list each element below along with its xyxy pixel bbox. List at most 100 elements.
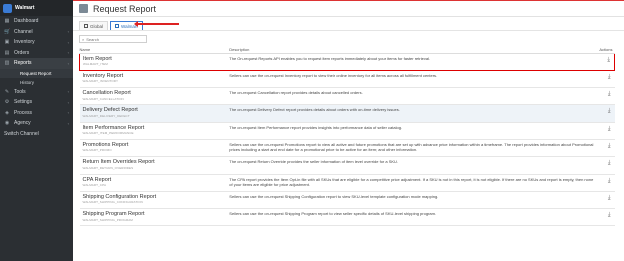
actions-column-header: Actions: [598, 46, 615, 54]
sidebar-item-label: Dashboard: [14, 18, 39, 25]
download-icon[interactable]: ⤓: [608, 108, 611, 114]
report-code: WALMART_CANCELLATION: [82, 96, 124, 101]
sidebar-item-reports[interactable]: ▥ Reports ‹: [0, 58, 73, 69]
sidebar-item-label: Settings: [14, 99, 33, 106]
description-column-header: Description: [229, 46, 599, 54]
name-column-header: Name: [79, 46, 230, 54]
main-content: Request Report GlobalWalmart ⌕ Name Desc…: [73, 0, 624, 261]
reports-table: Name Description Actions Item Report WALM…: [79, 46, 616, 227]
switch-channel-link[interactable]: Switch Channel: [0, 129, 73, 139]
report-name-cell: Inventory Report WALMART_INVENTORY: [79, 70, 230, 89]
report-code: WALMART_ITEM_PERFORMANCE: [82, 131, 134, 136]
sidebar-item-dashboard[interactable]: ▦ Dashboard: [0, 16, 73, 27]
chevron-icon: ‹: [67, 89, 69, 95]
sidebar-nav: ▦ Dashboard 🛒 Channel ‹ ▣ Inventory ‹ ▤ Orders ‹ ▥ R…: [0, 16, 73, 69]
report-description: The on-request Cancellation report provi…: [229, 87, 599, 106]
global-tab-icon: [84, 24, 88, 28]
reports-icon: ▥: [4, 60, 10, 67]
channel-selector[interactable]: Walmart: [0, 0, 73, 16]
sidebar-item-agency[interactable]: ◉ Agency ‹: [0, 118, 73, 129]
app: Walmart ▦ Dashboard 🛒 Channel ‹ ▣ Inventory ‹ ▤ O…: [0, 0, 624, 261]
report-description: Sellers can use the on-request Shipping …: [229, 191, 599, 210]
sidebar-item-label: Inventory: [14, 39, 35, 46]
table-row[interactable]: Item Report WALMART_ITEM The On-request Re…: [79, 52, 616, 71]
actions-cell: ⤓: [598, 156, 615, 175]
sidebar-item-tools[interactable]: ✎ Tools ‹: [0, 87, 73, 98]
sidebar-item-orders[interactable]: ▤ Orders ‹: [0, 48, 73, 59]
table-row[interactable]: CPA Report WALMART_CPA The CPA report prov…: [79, 174, 615, 192]
table-row[interactable]: Inventory Report WALMART_INVENTORY Sellers…: [79, 70, 615, 89]
download-icon[interactable]: ⤓: [608, 74, 611, 80]
search-box[interactable]: ⌕: [79, 35, 147, 43]
reports-table-body: Item Report WALMART_ITEM The On-request Re…: [79, 52, 616, 227]
download-icon[interactable]: ⤓: [608, 212, 611, 218]
table-row[interactable]: Cancellation Report WALMART_CANCELLATION T…: [79, 87, 615, 106]
table-row[interactable]: Return Item Overrides Report WALMART_RETU…: [79, 156, 615, 175]
subnav-item-history[interactable]: History: [0, 78, 73, 87]
chevron-icon: ‹: [67, 39, 69, 45]
report-name-cell: Return Item Overrides Report WALMART_RETU…: [79, 156, 230, 175]
chevron-icon: ‹: [67, 50, 69, 56]
sidebar-item-label: Agency: [14, 120, 31, 127]
actions-cell: ⤓: [598, 139, 615, 158]
download-icon[interactable]: ⤓: [608, 195, 611, 201]
actions-cell: ⤓: [598, 191, 615, 210]
sidebar-nav-secondary: ✎ Tools ‹ ⚙ Settings ‹ ◈ Process ‹ ◉ Agency ‹: [0, 87, 73, 129]
actions-cell: ⤓: [598, 70, 615, 89]
sidebar-item-inventory[interactable]: ▣ Inventory ‹: [0, 37, 73, 48]
tab-global[interactable]: Global: [79, 21, 109, 30]
cart-icon: 🛒: [4, 28, 11, 35]
report-icon: [79, 4, 88, 13]
download-icon[interactable]: ⤓: [608, 126, 611, 132]
download-icon[interactable]: ⤓: [607, 57, 610, 63]
report-description: The CPA report provides the Item Opt-in …: [229, 174, 599, 192]
actions-cell: ⤓: [598, 87, 615, 106]
sidebar-item-channel[interactable]: 🛒 Channel ‹: [0, 27, 73, 38]
search-bar: ⌕: [73, 30, 624, 46]
subnav-item-request-report[interactable]: Request Report: [0, 68, 73, 78]
actions-cell: ⤓: [598, 52, 616, 71]
search-input[interactable]: [86, 36, 142, 42]
report-name-cell: Shipping Program Report WALMART_SHIPPING_…: [79, 208, 230, 227]
table-row[interactable]: Shipping Program Report WALMART_SHIPPING_…: [79, 208, 615, 227]
table-row[interactable]: Item Performance Report WALMART_ITEM_PERF…: [79, 122, 615, 140]
sidebar-item-label: Process: [14, 109, 33, 116]
report-description: The On-request Reports API enables you t…: [229, 52, 599, 71]
report-code: WALMART_PROMO: [82, 148, 112, 153]
download-icon[interactable]: ⤓: [608, 91, 611, 97]
chevron-icon: ‹: [67, 110, 69, 116]
orders-icon: ▤: [4, 49, 10, 56]
report-code: WALMART_SHIPPING_CONFIGURATION: [82, 200, 143, 205]
table-row[interactable]: Shipping Configuration Report WALMART_SHI…: [79, 191, 615, 210]
report-code: WALMART_DELIVERY_DEFECT: [82, 113, 130, 118]
table-row[interactable]: Delivery Defect Report WALMART_DELIVERY_D…: [79, 104, 615, 123]
report-code: WALMART_ITEM: [83, 62, 108, 66]
chevron-icon: ‹: [67, 99, 69, 105]
sidebar-item-process[interactable]: ◈ Process ‹: [0, 108, 73, 119]
search-icon: ⌕: [82, 36, 85, 42]
box-icon: ▣: [4, 39, 10, 46]
tools-icon: ✎: [4, 88, 10, 95]
sidebar-item-label: Orders: [14, 49, 30, 56]
table-row[interactable]: Promotions Report WALMART_PROMO Sellers ca…: [79, 139, 615, 158]
report-name-cell: Promotions Report WALMART_PROMO: [79, 139, 230, 158]
annotation-arrow: [134, 21, 179, 27]
chevron-icon: ‹: [67, 29, 69, 35]
actions-cell: ⤓: [598, 122, 615, 140]
download-icon[interactable]: ⤓: [608, 143, 611, 149]
dashboard-icon: ▦: [4, 18, 10, 25]
channel-tabs: Global Walmart: [73, 17, 624, 30]
download-icon[interactable]: ⤓: [608, 160, 611, 166]
sidebar-item-label: Tools: [14, 88, 26, 95]
report-code: WALMART_RETURN_OVERRIDES: [82, 165, 134, 170]
actions-cell: ⤓: [598, 104, 615, 123]
page-title: Request Report: [93, 3, 157, 14]
download-icon[interactable]: ⤓: [608, 178, 611, 184]
channel-name: Walmart: [15, 5, 35, 11]
title-bar: Request Report: [73, 1, 624, 17]
sidebar-item-settings[interactable]: ⚙ Settings ‹: [0, 97, 73, 108]
report-name-cell: CPA Report WALMART_CPA: [79, 174, 230, 192]
sidebar: Walmart ▦ Dashboard 🛒 Channel ‹ ▣ Inventory ‹ ▤ O…: [0, 0, 73, 261]
sidebar-item-label: Channel: [14, 28, 33, 35]
report-code: WALMART_CPA: [82, 183, 107, 188]
